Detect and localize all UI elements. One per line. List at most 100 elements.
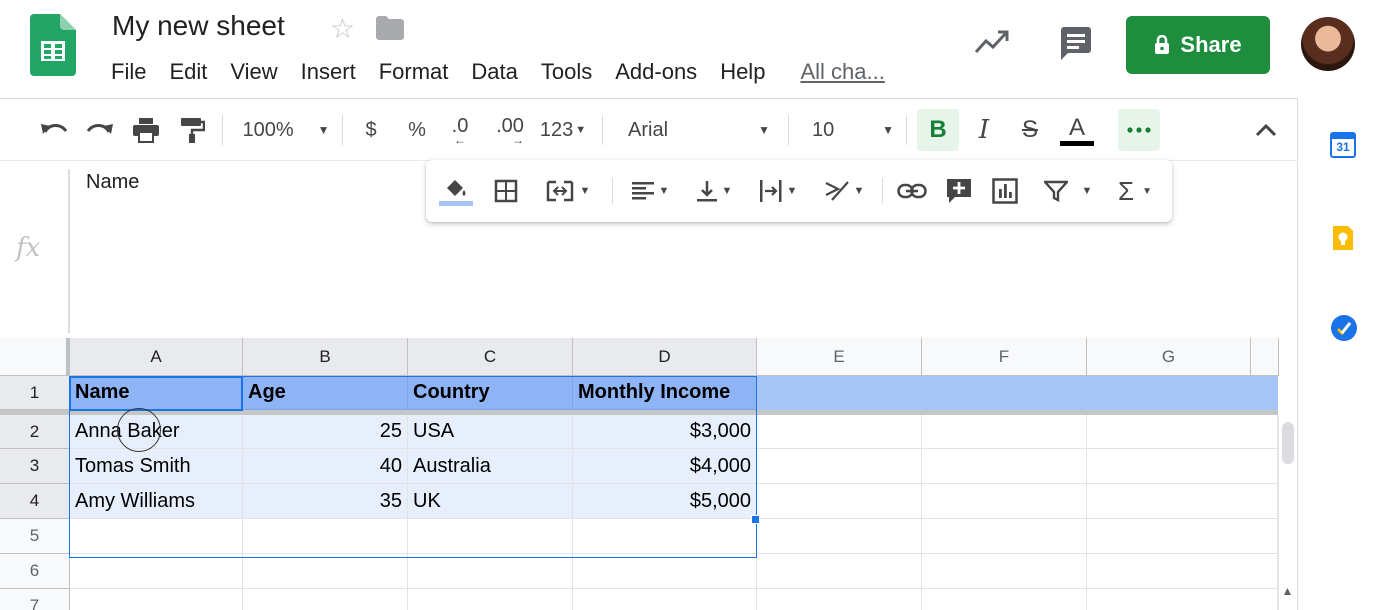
cell-b7[interactable]	[243, 589, 408, 610]
cell-c3[interactable]: Australia	[408, 449, 573, 484]
merge-cells-button[interactable]: ▼	[536, 160, 600, 222]
cell-d6[interactable]	[573, 554, 757, 589]
keep-icon[interactable]	[1330, 224, 1356, 250]
cell-a2[interactable]: Anna Baker	[70, 415, 243, 449]
cell-d2[interactable]: $3,000	[573, 415, 757, 449]
row-header-2[interactable]: 2	[0, 415, 70, 449]
borders-icon[interactable]	[488, 160, 524, 222]
vertical-align-button[interactable]: ▼	[688, 160, 740, 222]
comment-icon[interactable]	[1058, 26, 1094, 67]
bold-button[interactable]: B	[917, 109, 959, 151]
cell-g3[interactable]	[1087, 449, 1278, 484]
select-all-corner[interactable]	[0, 338, 70, 376]
cell-e2[interactable]	[757, 415, 922, 449]
cell-e1[interactable]	[757, 376, 922, 410]
cell-g7[interactable]	[1087, 589, 1278, 610]
cell-f7[interactable]	[922, 589, 1087, 610]
more-formats-button[interactable]: 123 ▼	[536, 99, 590, 161]
cell-c7[interactable]	[408, 589, 573, 610]
cell-g6[interactable]	[1087, 554, 1278, 589]
cell-d7[interactable]	[573, 589, 757, 610]
cell-e4[interactable]	[757, 484, 922, 519]
column-header-e[interactable]: E	[757, 338, 922, 376]
cell-d5[interactable]	[573, 519, 757, 554]
currency-format-button[interactable]: $	[356, 99, 386, 161]
text-wrapping-button[interactable]: ▼	[752, 160, 804, 222]
cell-c4[interactable]: UK	[408, 484, 573, 519]
cell-g4[interactable]	[1087, 484, 1278, 519]
fill-handle[interactable]	[751, 515, 760, 524]
avatar[interactable]	[1301, 17, 1355, 71]
cell-d4[interactable]: $5,000	[573, 484, 757, 519]
column-header-f[interactable]: F	[922, 338, 1087, 376]
column-header-a[interactable]: A	[70, 338, 243, 376]
cell-b1[interactable]: Age	[243, 376, 408, 410]
text-rotation-button[interactable]: ▼	[816, 160, 872, 222]
sheets-logo-icon[interactable]	[30, 14, 76, 76]
horizontal-align-button[interactable]: ▼	[624, 160, 676, 222]
vertical-scrollbar[interactable]	[1278, 416, 1297, 610]
insert-link-icon[interactable]	[892, 160, 932, 222]
cell-a5[interactable]	[70, 519, 243, 554]
calendar-icon[interactable]: 31	[1330, 132, 1356, 158]
paint-format-icon[interactable]	[174, 99, 210, 161]
tasks-icon[interactable]	[1330, 314, 1357, 341]
menu-help[interactable]: Help	[720, 58, 765, 86]
cell-g2[interactable]	[1087, 415, 1278, 449]
cell-f4[interactable]	[922, 484, 1087, 519]
cell-g5[interactable]	[1087, 519, 1278, 554]
row-header-3[interactable]: 3	[0, 449, 70, 484]
last-edit-link[interactable]: All cha...	[800, 58, 884, 86]
cell-f3[interactable]	[922, 449, 1087, 484]
document-title[interactable]: My new sheet	[112, 10, 285, 42]
cell-c6[interactable]	[408, 554, 573, 589]
menu-file[interactable]: File	[111, 58, 146, 86]
print-icon[interactable]	[128, 99, 164, 161]
column-header-b[interactable]: B	[243, 338, 408, 376]
column-header-d[interactable]: D	[573, 338, 757, 376]
star-icon[interactable]: ☆	[330, 12, 355, 45]
functions-button[interactable]: Σ ▼	[1110, 160, 1160, 222]
cell-b2[interactable]: 25	[243, 415, 408, 449]
menu-format[interactable]: Format	[379, 58, 449, 86]
formula-input[interactable]: Name	[86, 171, 139, 194]
cell-e7[interactable]	[757, 589, 922, 610]
cell-a1[interactable]: Name	[70, 376, 243, 410]
share-button[interactable]: Share	[1126, 16, 1270, 74]
cell-a4[interactable]: Amy Williams	[70, 484, 243, 519]
cell-d3[interactable]: $4,000	[573, 449, 757, 484]
cell-e5[interactable]	[757, 519, 922, 554]
zoom-select[interactable]: 100% ▼	[238, 99, 334, 161]
cell-b4[interactable]: 35	[243, 484, 408, 519]
row-header-6[interactable]: 6	[0, 554, 70, 589]
italic-button[interactable]: I	[966, 99, 1002, 161]
cell-a3[interactable]: Tomas Smith	[70, 449, 243, 484]
cell-a6[interactable]	[70, 554, 243, 589]
cell-c2[interactable]: USA	[408, 415, 573, 449]
frozen-row-divider[interactable]	[0, 410, 1278, 415]
font-family-select[interactable]: Arial ▼	[618, 99, 778, 161]
scroll-up-arrow-icon[interactable]: ▲	[1278, 584, 1297, 604]
fill-color-button[interactable]	[438, 160, 474, 222]
cell-f1[interactable]	[922, 376, 1087, 410]
row-header-4[interactable]: 4	[0, 484, 70, 519]
menu-view[interactable]: View	[230, 58, 277, 86]
cell-g1[interactable]	[1087, 376, 1278, 410]
text-color-button[interactable]: A	[1058, 99, 1096, 161]
cell-e3[interactable]	[757, 449, 922, 484]
cell-b6[interactable]	[243, 554, 408, 589]
increase-decimal-button[interactable]: .00 →	[490, 99, 530, 161]
cell-d1[interactable]: Monthly Income	[573, 376, 757, 410]
cell-f6[interactable]	[922, 554, 1087, 589]
decrease-decimal-button[interactable]: .0 ←	[442, 99, 478, 161]
percent-format-button[interactable]: %	[402, 99, 432, 161]
menu-tools[interactable]: Tools	[541, 58, 592, 86]
menu-edit[interactable]: Edit	[169, 58, 207, 86]
more-options-button[interactable]	[1118, 109, 1160, 151]
trending-icon[interactable]	[974, 28, 1010, 61]
scrollbar-thumb[interactable]	[1282, 422, 1294, 464]
menu-data[interactable]: Data	[471, 58, 517, 86]
folder-icon[interactable]	[376, 16, 404, 45]
cell-a7[interactable]	[70, 589, 243, 610]
cell-f5[interactable]	[922, 519, 1087, 554]
